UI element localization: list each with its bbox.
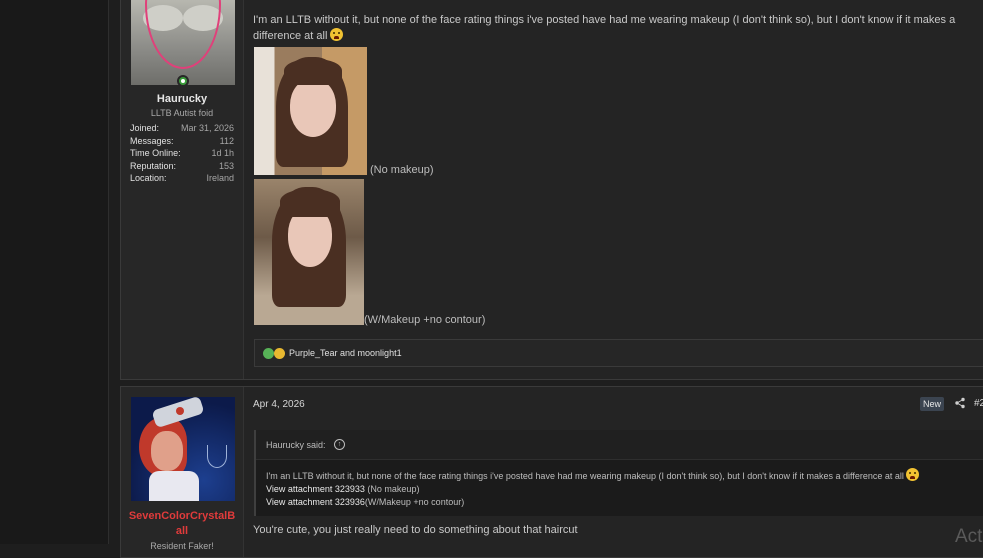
stat-label: Time Online:	[130, 148, 181, 158]
quote-block: Haurucky said: ↑ I'm an LLTB without it,…	[254, 430, 983, 516]
crying-emoji-icon	[906, 468, 920, 481]
username[interactable]: SevenColorCrystalBall	[127, 509, 237, 539]
user-title: LLTB Autist foid	[150, 108, 214, 118]
attachment-note: (W/Makeup +no contour)	[364, 497, 465, 507]
attachment-link[interactable]: View attachment 323936	[266, 497, 365, 507]
share-icon[interactable]	[954, 397, 966, 409]
image-caption: (W/Makeup +no contour)	[364, 314, 486, 326]
post-haurucky: Haurucky LLTB Autist foid Joined: Mar 31,…	[120, 0, 983, 380]
post-date[interactable]: Apr 4, 2026	[253, 399, 305, 410]
user-title: Resident Faker!	[150, 541, 214, 551]
user-stats: Joined: Mar 31, 2026 Messages: 112 Time On…	[130, 123, 234, 186]
quote-header: Haurucky said: ↑	[256, 430, 983, 460]
attachment-link[interactable]: View attachment 323933	[266, 484, 365, 494]
post-sevencolorcrystalball: SevenColorCrystalBall Resident Faker! Ap…	[120, 386, 983, 558]
stat-value: 153	[218, 160, 234, 171]
attachment-note: (No makeup)	[367, 484, 420, 494]
post-number[interactable]: #2	[974, 398, 983, 409]
stat-value: 1d 1h	[211, 148, 234, 158]
stat-value: Ireland	[206, 173, 234, 183]
stat-label: Location:	[130, 173, 167, 183]
left-rail	[0, 0, 109, 544]
quote-body: I'm an LLTB without it, but none of the …	[266, 468, 920, 509]
like-reaction-icon	[263, 348, 274, 359]
crying-emoji-icon	[330, 28, 344, 41]
post-message: I'm an LLTB without it, but none of the …	[253, 12, 978, 44]
quote-text: I'm an LLTB without it, but none of the …	[266, 471, 904, 481]
attachment-image-no-makeup[interactable]	[254, 47, 367, 175]
stat-value: 112	[219, 135, 234, 146]
avatar[interactable]	[131, 0, 235, 85]
reactions-bar[interactable]: Purple_Tear and moonlight1	[254, 339, 983, 367]
stat-label: Reputation:	[130, 160, 177, 171]
image-caption: (No makeup)	[370, 164, 434, 176]
attachment-image-makeup[interactable]	[254, 179, 364, 325]
online-status-icon	[177, 75, 189, 87]
stat-label: Joined:	[130, 123, 160, 133]
user-sidebar: Haurucky LLTB Autist foid Joined: Mar 31,…	[121, 0, 244, 379]
activate-windows-watermark: Act	[955, 526, 983, 547]
user-sidebar: SevenColorCrystalBall Resident Faker!	[121, 387, 244, 557]
arrow-up-icon[interactable]: ↑	[334, 439, 345, 450]
haha-reaction-icon	[274, 348, 285, 359]
message-text: I'm an LLTB without it, but none of the …	[253, 14, 956, 42]
post-message: You're cute, you just really need to do …	[253, 524, 578, 536]
quote-author[interactable]: Haurucky said:	[266, 440, 326, 450]
stat-label: Messages:	[130, 135, 174, 146]
new-badge: New	[920, 397, 944, 411]
avatar[interactable]	[131, 397, 235, 501]
username[interactable]: Haurucky	[121, 93, 243, 105]
stat-value: Mar 31, 2026	[180, 123, 234, 133]
reaction-users[interactable]: Purple_Tear and moonlight1	[289, 348, 402, 358]
